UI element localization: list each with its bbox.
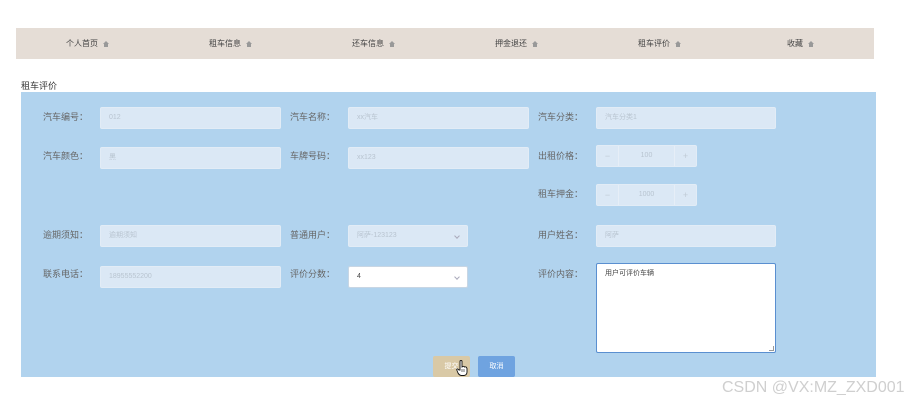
deposit-value[interactable]: 1000 [619,185,674,205]
user-name-label: 用户姓名： [538,230,584,240]
resize-grip-icon[interactable] [769,346,774,351]
decrement-button[interactable]: − [597,146,619,166]
car-no-label: 汽车编号： [43,112,89,122]
rent-price-label: 出租价格： [538,151,584,161]
rent-price-value[interactable]: 100 [619,146,674,166]
hand-cursor-icon [456,360,468,376]
nav-item-deposit-refund[interactable]: 押金退还 [495,28,538,59]
nav-item-rental-info[interactable]: 租车信息 [209,28,252,59]
deposit-stepper[interactable]: − 1000 + [596,184,697,206]
score-value: 4 [357,273,361,280]
score-select[interactable]: 4 [348,266,468,288]
home-icon [808,40,814,47]
review-text: 用户可评价车辆 [605,270,654,277]
score-label: 评价分数： [290,269,336,279]
normal-user-label: 普通用户： [290,230,336,240]
nav-item-rental-review[interactable]: 租车评价 [638,28,681,59]
plate-no-label: 车牌号码： [290,151,336,161]
home-icon [532,40,538,47]
nav-item-return-info[interactable]: 还车信息 [352,28,395,59]
home-icon [246,40,252,47]
car-color-input[interactable]: 黑 [100,147,281,169]
car-category-label: 汽车分类： [538,112,584,122]
home-icon [103,40,109,47]
car-category-input[interactable]: 汽车分类1 [596,107,776,129]
nav-item-label: 押金退还 [495,39,527,48]
section-title: 租车评价 [21,81,58,91]
top-nav: 个人首页 租车信息 还车信息 押金退还 租车评价 收藏 [16,28,874,59]
review-form: 汽车编号： 012 汽车名称： xx汽车 汽车分类： 汽车分类1 汽车颜色： 黑… [21,92,876,377]
chevron-down-icon [454,233,460,239]
nav-item-label: 收藏 [787,39,803,48]
nav-item-label: 还车信息 [352,39,384,48]
car-name-input[interactable]: xx汽车 [348,107,529,129]
phone-input[interactable]: 18955552200 [100,266,281,288]
decrement-button[interactable]: − [597,185,619,205]
increment-button[interactable]: + [674,185,696,205]
deposit-label: 租车押金： [538,189,584,199]
nav-item-label: 租车信息 [209,39,241,48]
plate-no-input[interactable]: xx123 [348,147,529,169]
watermark: CSDN @VX:MZ_ZXD001 [722,379,905,396]
chevron-down-icon [454,274,460,280]
review-label: 评价内容： [538,269,584,279]
normal-user-select[interactable]: 阿萨-123123 [348,225,468,247]
nav-item-label: 个人首页 [66,39,98,48]
phone-label: 联系电话： [43,269,89,279]
review-textarea[interactable]: 用户可评价车辆 [596,263,776,353]
nav-item-home[interactable]: 个人首页 [66,28,109,59]
user-name-input[interactable]: 阿萨 [596,225,776,247]
nav-item-favorites[interactable]: 收藏 [787,28,814,59]
rent-price-stepper[interactable]: − 100 + [596,145,697,167]
increment-button[interactable]: + [674,146,696,166]
nav-item-label: 租车评价 [638,39,670,48]
home-icon [675,40,681,47]
cancel-button[interactable]: 取消 [478,356,515,377]
overdue-notice-label: 逾期须知： [43,230,89,240]
normal-user-value: 阿萨-123123 [357,232,397,239]
home-icon [389,40,395,47]
car-no-input[interactable]: 012 [100,107,281,129]
car-color-label: 汽车颜色： [43,151,89,161]
overdue-notice-input[interactable]: 逾期须知 [100,225,281,247]
car-name-label: 汽车名称： [290,112,336,122]
